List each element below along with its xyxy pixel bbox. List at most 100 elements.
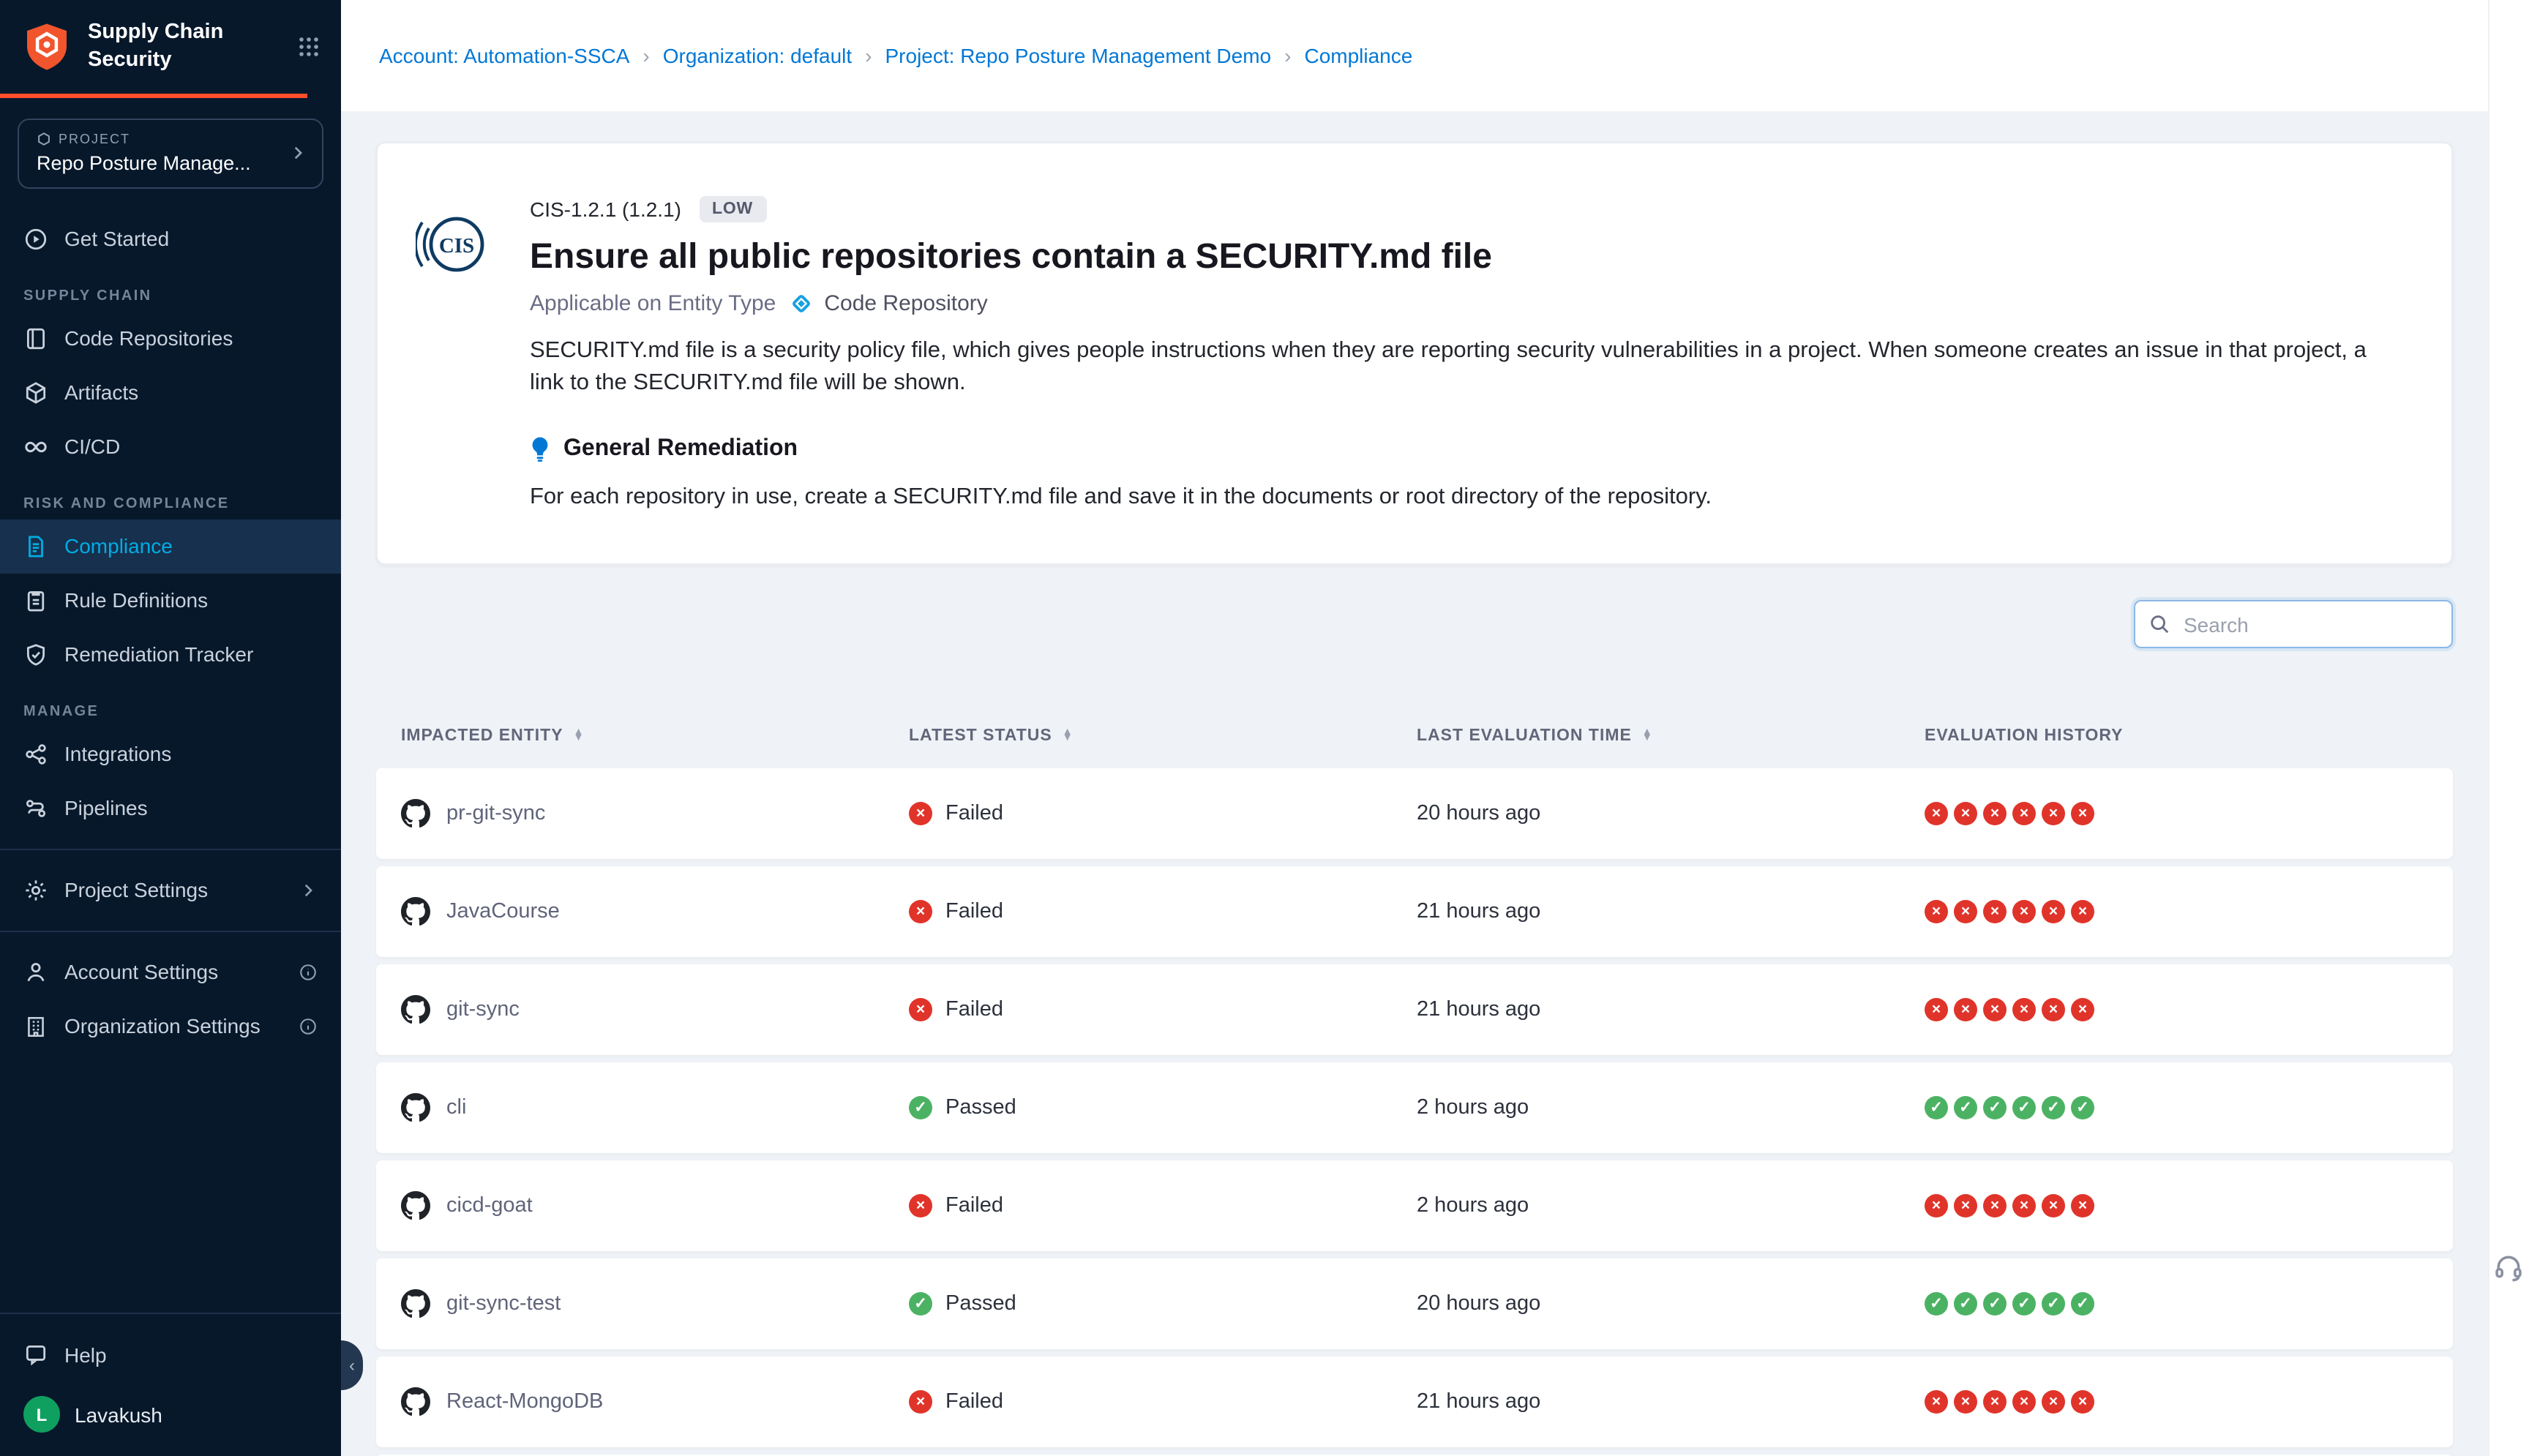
fail-icon: × — [2042, 1391, 2065, 1414]
sort-icon: ▲▼ — [574, 730, 585, 743]
breadcrumb-project[interactable]: Project: Repo Posture Management Demo — [885, 44, 1272, 67]
fail-icon: × — [2071, 803, 2094, 826]
fail-icon: × — [2042, 999, 2065, 1022]
topbar: Account: Automation-SSCA › Organization:… — [341, 0, 2529, 111]
column-impacted-entity[interactable]: IMPACTED ENTITY ▲▼ — [401, 728, 909, 746]
github-icon — [401, 1290, 430, 1319]
github-icon — [401, 898, 430, 927]
column-latest-status[interactable]: LATEST STATUS ▲▼ — [909, 728, 1417, 746]
table-row[interactable]: git-sync-test Passed 20 hours ago ✓✓✓✓✓✓ — [376, 1259, 2453, 1350]
table-row[interactable]: JavaCourse Failed 21 hours ago ×××××× — [376, 867, 2453, 958]
sidebar-item-account-settings[interactable]: Account Settings — [0, 945, 341, 999]
fail-icon: × — [1954, 901, 1977, 924]
search-input[interactable] — [2134, 601, 2453, 649]
project-selector[interactable]: PROJECT Repo Posture Manage... — [18, 118, 323, 188]
clipboard-icon — [23, 588, 48, 612]
user-menu[interactable]: L Lavakush — [0, 1381, 341, 1456]
breadcrumb-separator: › — [642, 44, 649, 67]
app-grid-icon[interactable] — [297, 35, 321, 59]
rule-detail-card: CIS CIS-1.2.1 (1.2.1) LOW Ensure all pub… — [376, 142, 2453, 566]
project-name: Repo Posture Manage... — [37, 151, 288, 173]
pass-icon: ✓ — [2042, 1293, 2065, 1316]
github-icon — [401, 1192, 430, 1221]
github-icon — [401, 800, 430, 829]
infinity-icon — [23, 434, 48, 459]
status-label: Passed — [945, 1293, 1016, 1316]
entity-link[interactable]: cicd-goat — [446, 1195, 533, 1218]
github-icon — [401, 996, 430, 1025]
evaluation-time: 21 hours ago — [1417, 999, 1925, 1022]
sidebar-item-help[interactable]: Help — [0, 1327, 341, 1381]
scrollbar-track[interactable] — [2488, 0, 2529, 1456]
sidebar-item-artifacts[interactable]: Artifacts — [0, 365, 341, 419]
evaluation-history: ×××××× — [1925, 803, 2453, 826]
table-row[interactable]: pr-git-sync Failed 20 hours ago ×××××× — [376, 769, 2453, 860]
evaluation-time: 2 hours ago — [1417, 1097, 1925, 1120]
table-row[interactable]: cli Passed 2 hours ago ✓✓✓✓✓✓ — [376, 1063, 2453, 1154]
fail-icon: × — [1954, 803, 1977, 826]
breadcrumb-separator: › — [865, 44, 872, 67]
fail-icon: × — [2012, 1391, 2036, 1414]
rule-code: CIS-1.2.1 (1.2.1) — [530, 198, 681, 221]
sidebar-item-get-started[interactable]: Get Started — [0, 211, 341, 266]
entity-link[interactable]: cli — [446, 1097, 466, 1120]
cis-logo: CIS — [416, 208, 489, 281]
pass-icon: ✓ — [2042, 1097, 2065, 1120]
chevron-right-icon — [288, 143, 307, 162]
column-last-evaluation-time[interactable]: LAST EVALUATION TIME ▲▼ — [1417, 728, 1925, 746]
search-icon — [2148, 614, 2170, 636]
status-label: Failed — [945, 901, 1003, 924]
main-area: Account: Automation-SSCA › Organization:… — [341, 0, 2529, 1456]
breadcrumb-organization[interactable]: Organization: default — [663, 44, 852, 67]
brand-title: Supply ChainSecurity — [88, 19, 282, 74]
status-icon — [909, 1195, 932, 1218]
entity-link[interactable]: git-sync — [446, 999, 520, 1022]
brand: Supply ChainSecurity — [0, 0, 341, 90]
entity-link[interactable]: git-sync-test — [446, 1293, 561, 1316]
status-label: Passed — [945, 1097, 1016, 1120]
entity-link[interactable]: pr-git-sync — [446, 803, 545, 826]
fail-icon: × — [1983, 1195, 2007, 1218]
fail-icon: × — [1954, 999, 1977, 1022]
fail-icon: × — [1925, 901, 1948, 924]
sidebar-item-cicd[interactable]: CI/CD — [0, 419, 341, 473]
evaluation-time: 20 hours ago — [1417, 1293, 1925, 1316]
pass-icon: ✓ — [1925, 1293, 1948, 1316]
table-row[interactable]: git-sync Failed 21 hours ago ×××××× — [376, 965, 2453, 1056]
info-icon — [299, 962, 318, 981]
sidebar-item-remediation-tracker[interactable]: Remediation Tracker — [0, 627, 341, 681]
sidebar-item-integrations[interactable]: Integrations — [0, 727, 341, 781]
github-icon — [401, 1388, 430, 1417]
table-row[interactable]: React-MongoDB Failed 21 hours ago ×××××× — [376, 1357, 2453, 1448]
evaluation-time: 20 hours ago — [1417, 803, 1925, 826]
fail-icon: × — [1925, 1391, 1948, 1414]
fail-icon: × — [2042, 803, 2065, 826]
table-row[interactable]: cicd-goat Failed 2 hours ago ×××××× — [376, 1161, 2453, 1252]
sort-icon: ▲▼ — [1642, 730, 1653, 743]
entity-type-label: Code Repository — [824, 291, 987, 316]
compliance-doc-icon — [23, 533, 48, 558]
entity-link[interactable]: JavaCourse — [446, 901, 560, 924]
section-supply-chain: SUPPLY CHAIN — [0, 266, 341, 311]
evaluation-history: ×××××× — [1925, 999, 2453, 1022]
support-headset-icon[interactable] — [2492, 1251, 2525, 1283]
info-icon — [299, 1016, 318, 1035]
status-label: Failed — [945, 999, 1003, 1022]
sidebar-item-pipelines[interactable]: Pipelines — [0, 781, 341, 835]
sidebar-item-project-settings[interactable]: Project Settings — [0, 863, 341, 917]
chevron-right-icon — [299, 880, 318, 899]
help-chat-icon — [23, 1342, 48, 1367]
entity-type-chip: Code Repository — [789, 291, 987, 316]
sidebar-item-code-repositories[interactable]: Code Repositories — [0, 311, 341, 365]
gear-icon — [23, 877, 48, 902]
table-header: IMPACTED ENTITY ▲▼ LATEST STATUS ▲▼ LAST… — [376, 728, 2453, 769]
sidebar-item-organization-settings[interactable]: Organization Settings — [0, 999, 341, 1053]
divider — [0, 930, 341, 931]
entity-link[interactable]: React-MongoDB — [446, 1391, 603, 1414]
sidebar-item-compliance[interactable]: Compliance — [0, 519, 341, 573]
breadcrumb-account[interactable]: Account: Automation-SSCA — [379, 44, 629, 67]
breadcrumb-compliance[interactable]: Compliance — [1304, 44, 1412, 67]
sidebar-item-rule-definitions[interactable]: Rule Definitions — [0, 573, 341, 627]
fail-icon: × — [1983, 999, 2007, 1022]
fail-icon: × — [1954, 1195, 1977, 1218]
